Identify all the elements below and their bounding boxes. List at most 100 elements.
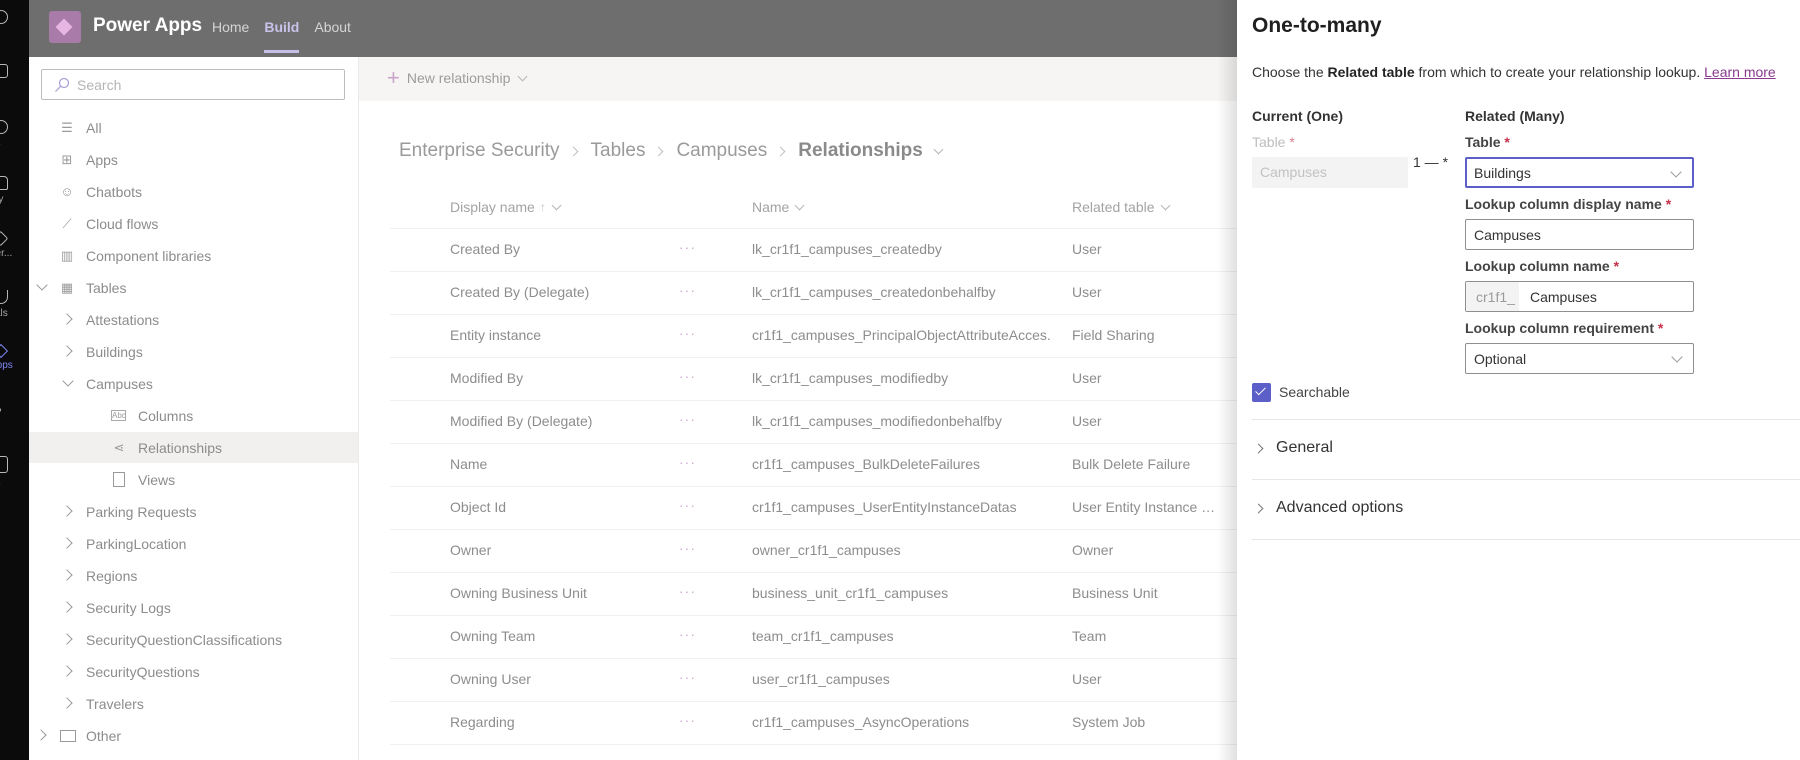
rail-item-approvals[interactable]: vals [0,290,29,319]
breadcrumb-campuses[interactable]: Campuses [676,140,767,162]
sidebar-item-relationships[interactable]: ⋖ Relationships [29,432,358,463]
more-options-icon[interactable]: ··· [679,411,696,427]
more-options-icon[interactable]: ··· [679,325,696,341]
column-header-label: Related table [1072,199,1155,215]
general-section-toggle[interactable]: General [1252,439,1333,457]
chevron-right-icon[interactable] [61,633,73,645]
sidebar-item-buildings[interactable]: Buildings [29,336,358,367]
display-name-cell[interactable]: Regarding [450,714,670,730]
sidebar-item-securityquestionclassifications[interactable]: SecurityQuestionClassifications [29,624,358,655]
table-row[interactable]: Name ··· cr1f1_campuses_BulkDeleteFailures… [390,444,1270,487]
more-options-icon[interactable]: ··· [679,626,696,642]
sidebar-item-securityquestions[interactable]: SecurityQuestions [29,656,358,687]
sidebar-item-tables[interactable]: ▦ Tables [29,272,358,303]
sidebar-item-cloud-flows[interactable]: ⟋ Cloud flows [29,208,358,239]
table-row[interactable]: Owner···owner_cr1f1_campusesOwnerMan [390,530,1270,573]
tab-home[interactable]: Home [212,19,249,53]
table-row[interactable]: Owning User···user_cr1f1_campusesUserMan [390,659,1270,702]
breadcrumb-enterprise-security[interactable]: Enterprise Security [399,140,560,162]
advanced-options-section-toggle[interactable]: Advanced options [1252,499,1403,517]
sidebar-item-parking-requests[interactable]: Parking Requests [29,496,358,527]
more-options-icon[interactable]: ··· [679,368,696,384]
column-header-name[interactable]: Name [752,199,1052,215]
searchable-checkbox[interactable] [1252,383,1271,402]
chevron-right-icon[interactable] [61,313,73,325]
display-name-cell[interactable]: Owner [450,542,670,558]
related-table-dropdown[interactable]: Buildings [1465,157,1694,188]
display-name-cell[interactable]: Entity instance [450,327,670,343]
display-name-cell[interactable]: Owning Team [450,628,670,644]
display-name-cell[interactable]: Owning Business Unit [450,585,670,601]
chevron-right-icon[interactable] [61,601,73,613]
table-row[interactable]: Created By (Delegate) ··· lk_cr1f1_campuse… [390,272,1270,315]
search-input[interactable]: Search [41,69,345,100]
table-row[interactable]: Regarding ··· cr1f1_campuses_AsyncOperatio… [390,702,1270,745]
sidebar-item-apps[interactable]: ⊞ Apps [29,144,358,175]
rail-item-developer[interactable]: per... [0,230,29,259]
chevron-right-icon[interactable] [61,697,73,709]
more-options-icon[interactable]: ··· [679,669,696,685]
chevron-right-icon[interactable] [61,569,73,581]
breadcrumb-tables[interactable]: Tables [591,140,646,162]
rail-item-more[interactable] [0,408,29,412]
chevron-right-icon[interactable] [61,345,73,357]
more-options-icon[interactable]: ··· [679,712,696,728]
sidebar-item-regions[interactable]: Regions [29,560,358,591]
display-name-cell[interactable]: Modified By (Delegate) [450,413,670,429]
table-row[interactable]: Modified By (Delegate) ··· lk_cr1f1_campus… [390,401,1270,444]
chevron-down-icon[interactable] [62,375,74,387]
table-row[interactable]: Owning Business Unit ··· business_unit_cr1… [390,573,1270,616]
tab-build[interactable]: Build [264,19,300,53]
column-header-related-table[interactable]: Related table [1072,199,1222,215]
rail-item-apps[interactable]: ps [0,456,29,488]
sidebar-item-columns[interactable]: Abc Columns [29,400,358,431]
more-options-icon[interactable]: ··· [679,282,696,298]
rail-item-power-apps[interactable]: Apps [0,343,29,371]
chevron-right-icon[interactable] [61,505,73,517]
table-row[interactable]: Entity instance ··· cr1f1_campuses_Princip… [390,315,1270,358]
sidebar-item-campuses[interactable]: Campuses [29,368,358,399]
new-relationship-button[interactable]: + New relationship [387,67,528,89]
chevron-right-icon[interactable] [35,729,47,741]
rail-item-security[interactable]: rity [0,176,29,205]
more-options-icon[interactable]: ··· [679,454,696,470]
tab-about[interactable]: About [314,19,351,53]
sidebar-item-views[interactable]: Views [29,464,358,495]
sidebar-item-all[interactable]: ☰ All [29,112,358,143]
display-name-cell[interactable]: Name [450,456,670,472]
table-row[interactable]: Owning Team···team_cr1f1_campusesTeamMan [390,616,1270,659]
rail-item-activity[interactable]: ns [0,120,29,149]
more-options-icon[interactable]: ··· [679,583,696,599]
more-options-icon[interactable]: ··· [679,497,696,513]
display-name-cell[interactable]: Modified By [450,370,670,386]
learn-more-link[interactable]: Learn more [1704,64,1776,80]
display-name-cell[interactable]: Object Id [450,499,670,515]
more-options-icon[interactable]: ··· [679,540,696,556]
sidebar-item-chatbots[interactable]: ☺ Chatbots [29,176,358,207]
lookup-display-name-input[interactable]: Campuses [1465,219,1694,250]
chevron-right-icon[interactable] [61,665,73,677]
library-icon: ▥ [60,247,74,263]
table-row[interactable]: Created By ··· lk_cr1f1_campuses_createdby… [390,229,1270,272]
display-name-cell[interactable]: Owning User [450,671,670,687]
table-row[interactable]: Object Id ··· cr1f1_campuses_UserEntityIns… [390,487,1270,530]
sidebar-item-security-logs[interactable]: Security Logs [29,592,358,623]
lookup-column-name-input[interactable]: cr1f1_ Campuses [1465,281,1694,312]
column-header-display-name[interactable]: Display name ↑ [450,199,670,215]
lookup-requirement-dropdown[interactable]: Optional [1465,343,1694,374]
display-name-cell[interactable]: Created By [450,241,670,257]
chevron-right-icon[interactable] [61,537,73,549]
sidebar-item-parkinglocation[interactable]: ParkingLocation [29,528,358,559]
rail-item-chat[interactable]: at [0,10,29,39]
display-name-cell[interactable]: Created By (Delegate) [450,284,670,300]
sidebar-item-travelers[interactable]: Travelers [29,688,358,719]
chevron-down-icon[interactable] [933,144,944,154]
more-options-icon[interactable]: ··· [679,239,696,255]
sidebar-item-other[interactable]: Other [29,720,358,751]
sidebar-item-component-libraries[interactable]: ▥ Component libraries [29,240,358,271]
sidebar-item-attestations[interactable]: Attestations [29,304,358,335]
table-row[interactable]: Modified By ··· lk_cr1f1_campuses_modified… [390,358,1270,401]
chevron-down-icon[interactable] [36,279,48,291]
sidebar-item-label: Tables [86,279,127,296]
rail-item-teams[interactable]: ts [0,64,29,93]
